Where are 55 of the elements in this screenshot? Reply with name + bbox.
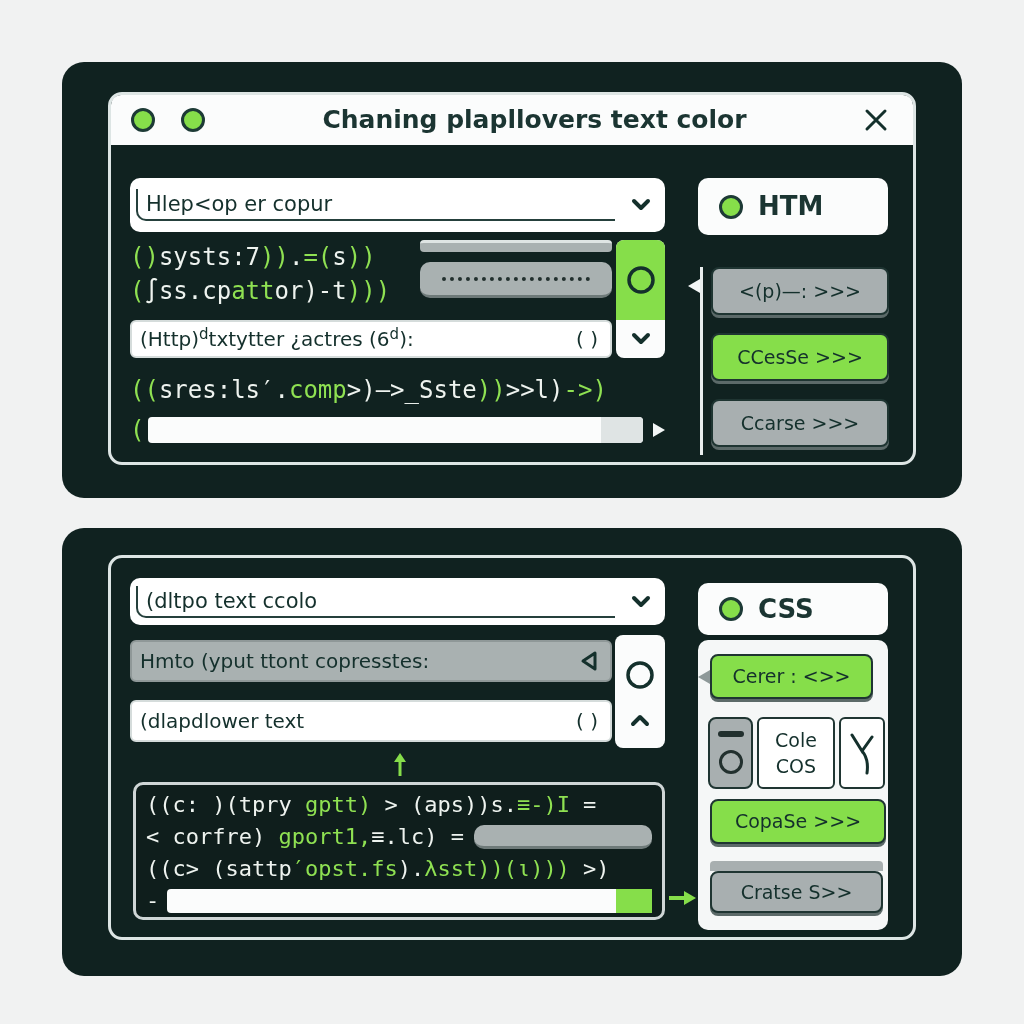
window-button-icon[interactable]	[180, 107, 206, 133]
code-line: -	[146, 887, 160, 915]
dropdown[interactable]: Hlep<op er copur	[130, 178, 665, 232]
language-button[interactable]: HTM	[698, 178, 888, 235]
side-panel[interactable]	[615, 635, 665, 748]
text-field[interactable]: (dlapdlower text ( )	[130, 700, 612, 742]
suffix-text: ( )	[576, 326, 598, 353]
code-line: (	[130, 415, 145, 446]
input-field[interactable]	[473, 825, 652, 849]
code-line: ((c: )(tpry gptt) > (aps))s.≡-)I =	[146, 791, 598, 819]
action-button[interactable]: Ccarse >>>	[711, 399, 889, 447]
action-button[interactable]: Cerer : <>>	[710, 654, 873, 699]
dash-icon	[717, 731, 744, 737]
code-line: ()systs:7)).=(s))	[130, 242, 377, 273]
action-button[interactable]: CCesSe >>>	[711, 333, 889, 381]
password-field[interactable]	[420, 262, 612, 298]
language-button[interactable]: CSS	[698, 583, 888, 635]
scrollbar-thumb[interactable]	[601, 417, 643, 443]
toggle-segment[interactable]	[616, 240, 665, 320]
action-button[interactable]: <(p)—: >>>	[711, 267, 889, 315]
close-icon[interactable]	[863, 107, 889, 133]
chevron-down-icon[interactable]	[631, 594, 651, 609]
scrollbar-thumb[interactable]	[616, 889, 652, 913]
code-line: < corfre) gport1,≡.lc) =	[146, 823, 464, 851]
suffix-text: ( )	[576, 708, 598, 735]
code-line: ((c> (sattp′opst.fs).λsst))(ι))) >)	[146, 855, 611, 883]
fork-icon	[849, 731, 875, 775]
arrow-right-icon	[667, 890, 697, 906]
circle-icon	[625, 265, 656, 295]
window-button-icon[interactable]	[130, 107, 156, 133]
chevron-down-icon[interactable]	[631, 198, 651, 212]
arrow-up-icon	[392, 752, 408, 778]
circle-icon	[717, 749, 744, 775]
action-button[interactable]: CopaSe >>>	[710, 799, 886, 844]
chevron-down-icon[interactable]	[630, 332, 651, 346]
scrollbar-track[interactable]	[148, 417, 643, 443]
triangle-left-icon[interactable]	[580, 650, 598, 672]
option-label[interactable]: Cole COS	[757, 717, 835, 789]
dropdown[interactable]: (dltpo text ccolo	[130, 578, 665, 625]
window-title: Chaning plapllovers text color	[321, 104, 748, 137]
side-panel[interactable]	[616, 240, 665, 358]
scrollbar-track[interactable]	[167, 889, 652, 913]
code-line: (∫ss.cpattor)-t)))	[130, 276, 392, 307]
input-field[interactable]: Hmto (yput ttont copresstes:	[130, 640, 612, 682]
code-line: ((sres:ls′.comp>)—>_Sste))>>l)->)	[130, 375, 608, 406]
fork-button[interactable]	[839, 717, 885, 789]
circle-icon	[625, 660, 655, 691]
switch-block[interactable]	[708, 717, 753, 789]
triangle-icon	[653, 423, 665, 437]
triangle-icon	[698, 669, 710, 684]
text-field[interactable]: (Http)$^{d}$txtytter ¿actres (6$^{d}$): ( )	[130, 320, 612, 358]
radio-dot-icon	[718, 193, 744, 220]
action-button[interactable]: Cratse S>>	[710, 871, 883, 913]
radio-dot-icon	[718, 596, 744, 622]
chevron-up-icon[interactable]	[630, 712, 650, 727]
